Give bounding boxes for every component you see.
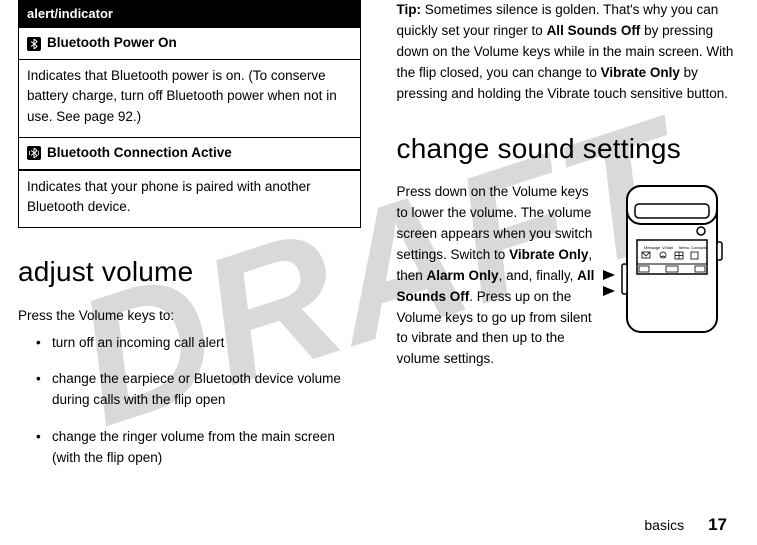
arrow-icon xyxy=(603,270,615,280)
phone-illustration: Message V.Mail Menu Contacts xyxy=(609,184,739,334)
tip-label: Tip: xyxy=(397,2,422,17)
label-vmail: V.Mail xyxy=(662,245,673,250)
volume-bullets: turn off an incoming call alert change t… xyxy=(36,333,361,470)
bluetooth-power-icon xyxy=(27,37,41,51)
bluetooth-active-icon xyxy=(27,146,41,160)
phone-svg: Message V.Mail Menu Contacts xyxy=(609,184,729,334)
indicator-table: alert/indicator Bluetooth Power On Indic… xyxy=(18,0,361,228)
list-item: change the earpiece or Bluetooth device … xyxy=(36,369,361,411)
row-bt-active-title: Bluetooth Connection Active xyxy=(47,143,232,164)
page-columns: alert/indicator Bluetooth Power On Indic… xyxy=(0,0,757,510)
heading-adjust-volume: adjust volume xyxy=(18,250,361,293)
term-all-sounds-off: All Sounds Off xyxy=(547,23,641,38)
left-column: alert/indicator Bluetooth Power On Indic… xyxy=(18,0,361,510)
row-bt-active-header: Bluetooth Connection Active xyxy=(19,137,360,170)
page-footer: basics 17 xyxy=(644,515,727,535)
term-vibrate-only: Vibrate Only xyxy=(509,247,588,262)
label-message: Message xyxy=(644,245,661,250)
p1-c: , and, finally, xyxy=(499,268,578,283)
term-vibrate-only: Vibrate Only xyxy=(601,65,680,80)
row-bt-power-body: Indicates that Bluetooth power is on. (T… xyxy=(19,60,360,137)
table-header: alert/indicator xyxy=(19,1,360,27)
row-bt-power-title: Bluetooth Power On xyxy=(47,33,177,54)
label-menu: Menu xyxy=(679,245,689,250)
label-contacts: Contacts xyxy=(691,245,707,250)
term-alarm-only: Alarm Only xyxy=(427,268,499,283)
arrow-icon xyxy=(603,286,615,296)
list-item: change the ringer volume from the main s… xyxy=(36,427,361,469)
footer-section: basics xyxy=(644,517,684,533)
tip-paragraph: Tip: Sometimes silence is golden. That's… xyxy=(397,0,740,105)
right-column: Tip: Sometimes silence is golden. That's… xyxy=(397,0,740,510)
adjust-volume-intro: Press the Volume keys to: xyxy=(18,306,361,327)
list-item: turn off an incoming call alert xyxy=(36,333,361,354)
footer-page-number: 17 xyxy=(708,515,727,535)
row-bt-active-body: Indicates that your phone is paired with… xyxy=(19,170,360,228)
row-bt-power-header: Bluetooth Power On xyxy=(19,27,360,60)
phone-figure: Message V.Mail Menu Contacts xyxy=(609,184,739,334)
heading-change-sound: change sound settings xyxy=(397,127,740,170)
